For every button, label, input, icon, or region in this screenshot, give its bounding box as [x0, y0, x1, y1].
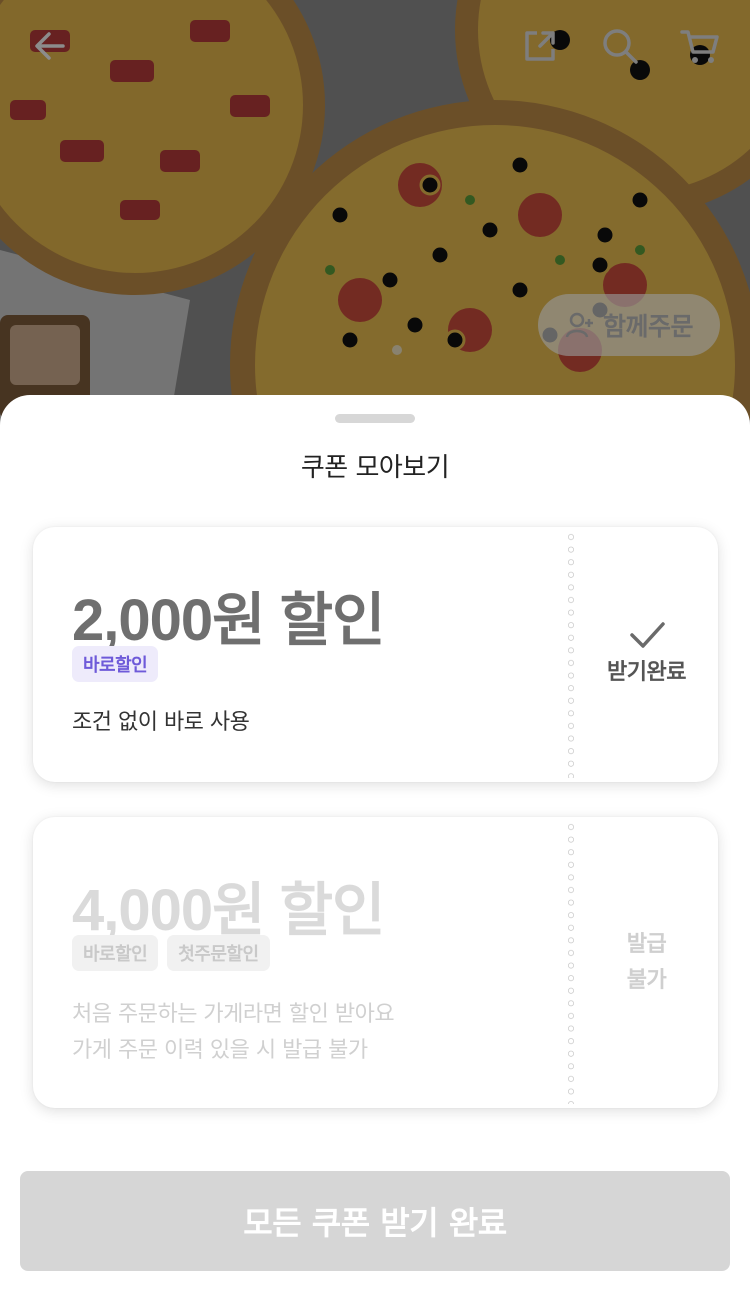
sheet-drag-handle[interactable]: [335, 414, 415, 423]
search-button[interactable]: [596, 22, 644, 70]
ticket-perforation: [567, 821, 575, 1104]
coupon-status-label: 받기완료: [607, 659, 686, 685]
cart-button[interactable]: [676, 22, 724, 70]
cart-icon: [680, 30, 719, 63]
carousel-indicator: [392, 345, 402, 355]
share-icon: [525, 31, 555, 61]
coupon-card-received: 2,000원 할인 바로할인 조건 없이 바로 사용 받기완료: [33, 527, 718, 782]
coupon-tags: 바로할인 첫주문할인: [72, 935, 270, 971]
coupon-tags: 바로할인: [72, 646, 159, 682]
store-hero-image: 함께주문: [0, 0, 750, 420]
coupon-tag: 첫주문할인: [167, 935, 270, 971]
search-icon: [603, 29, 638, 64]
order-together-button[interactable]: 함께주문: [538, 294, 720, 356]
coupon-condition: 조건 없이 바로 사용: [72, 710, 250, 735]
sheet-title: 쿠폰 모아보기: [300, 453, 450, 483]
arrow-left-icon: [35, 32, 65, 60]
receive-all-coupons-button[interactable]: 모든 쿠폰 받기 완료: [20, 1171, 730, 1271]
coupon-tag: 바로할인: [72, 646, 159, 682]
coupon-restriction: 가게 주문 이력 있을 시 발급 불가: [72, 1038, 368, 1063]
status-line: 발급: [626, 931, 667, 957]
coupon-description: 조건 없이 바로 사용: [72, 705, 250, 741]
order-together-label: 함께주문: [602, 312, 694, 341]
coupon-status-label: 발급 불가: [626, 927, 667, 999]
coupon-card-unavailable: 4,000원 할인 바로할인 첫주문할인 처음 주문하는 가게라면 할인 받아요…: [33, 817, 718, 1108]
status-line: 불가: [626, 967, 667, 993]
back-button[interactable]: [26, 22, 74, 70]
top-app-bar: [0, 0, 750, 92]
add-person-icon: [565, 312, 593, 338]
share-button[interactable]: [516, 22, 564, 70]
coupon-status-area[interactable]: 받기완료: [575, 527, 718, 782]
coupon-condition: 처음 주문하는 가게라면 할인 받아요: [72, 1002, 395, 1027]
coupon-description: 처음 주문하는 가게라면 할인 받아요 가게 주문 이력 있을 시 발급 불가: [72, 997, 395, 1069]
coupon-bottom-sheet: 쿠폰 모아보기 2,000원 할인 바로할인 조건 없이 바로 사용 받기완료 …: [0, 395, 750, 1291]
coupon-amount: 2,000원 할인: [72, 588, 385, 653]
coupon-status-area: 발급 불가: [575, 817, 718, 1108]
coupon-tag: 바로할인: [72, 935, 159, 971]
carousel-dot: [392, 345, 402, 355]
ticket-perforation: [567, 531, 575, 778]
check-icon: [629, 621, 665, 648]
